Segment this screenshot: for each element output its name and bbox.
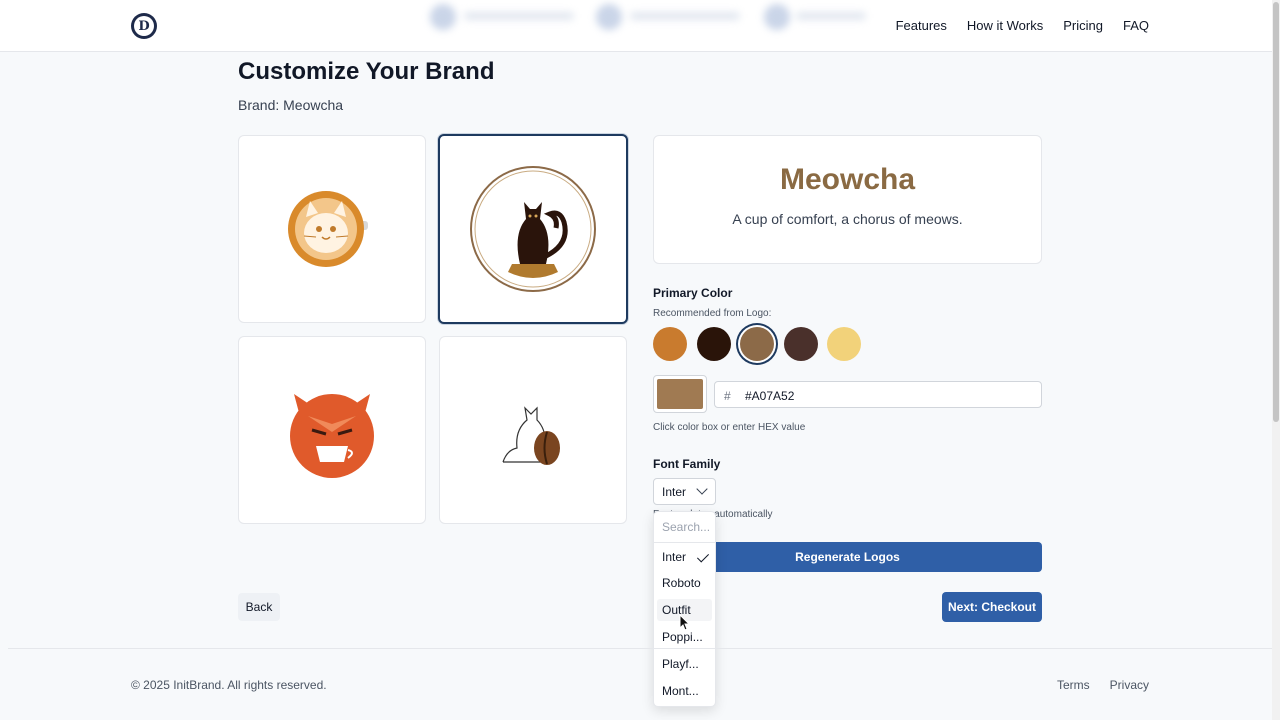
nav-how-it-works[interactable]: How it Works xyxy=(967,18,1043,33)
font-option-roboto[interactable]: Roboto xyxy=(657,572,712,594)
font-option-playfair[interactable]: Playf... xyxy=(657,653,712,675)
color-swatch-5[interactable] xyxy=(827,327,861,361)
chevron-down-icon xyxy=(696,483,708,495)
scrollbar-thumb[interactable] xyxy=(1273,2,1279,422)
color-preview-fill xyxy=(657,379,703,409)
color-swatch-1[interactable] xyxy=(653,327,687,361)
cat-coffee-bean-logo-icon xyxy=(502,406,560,465)
logo-option-3[interactable] xyxy=(238,336,426,524)
nav-features[interactable]: Features xyxy=(896,18,947,33)
page-title: Customize Your Brand xyxy=(238,58,495,85)
check-icon xyxy=(696,550,710,563)
color-swatch-4[interactable] xyxy=(784,327,818,361)
color-swatch-3[interactable] xyxy=(740,327,774,361)
cat-cup-circle-logo-icon xyxy=(470,166,596,292)
footer-link-privacy[interactable]: Privacy xyxy=(1110,678,1149,692)
dropdown-divider xyxy=(654,542,715,543)
color-swatch-2[interactable] xyxy=(697,327,731,361)
logo-option-2[interactable] xyxy=(438,134,628,324)
page-scrollbar[interactable] xyxy=(1272,0,1280,720)
recommended-label: Recommended from Logo: xyxy=(653,308,772,319)
main-nav: Features How it Works Pricing FAQ xyxy=(896,18,1149,33)
font-dropdown-menu: Search... Inter Roboto Outfit Poppi... P… xyxy=(653,511,716,707)
latte-cat-logo-icon xyxy=(288,191,368,267)
footer-links: Terms Privacy xyxy=(1057,678,1149,692)
color-picker-box[interactable] xyxy=(653,375,707,413)
preview-tagline: A cup of comfort, a chorus of meows. xyxy=(732,211,963,227)
footer-copyright: © 2025 InitBrand. All rights reserved. xyxy=(131,678,327,692)
brand-name-line: Brand: Meowcha xyxy=(238,97,344,113)
logo-letter: D xyxy=(134,16,154,36)
hex-input[interactable]: # #A07A52 xyxy=(714,381,1042,408)
logo-option-1[interactable] xyxy=(238,135,426,323)
preview-brand-name: Meowcha xyxy=(779,163,916,196)
top-header: D Features How it Works Pricing FAQ xyxy=(0,0,1280,52)
primary-color-label: Primary Color xyxy=(653,286,733,300)
progress-steps-blurred xyxy=(420,2,880,30)
mouse-cursor-icon xyxy=(679,614,691,631)
hash-prefix: # xyxy=(724,389,731,403)
font-selected-value: Inter xyxy=(662,484,687,499)
footer-divider xyxy=(8,648,1272,649)
font-family-select[interactable]: Inter xyxy=(653,478,716,505)
footer-link-terms[interactable]: Terms xyxy=(1057,678,1090,692)
next-checkout-button[interactable]: Next: Checkout xyxy=(942,592,1042,622)
font-search-input[interactable]: Search... xyxy=(662,520,710,534)
initbrand-logo-icon[interactable]: D xyxy=(131,13,157,39)
font-family-label: Font Family xyxy=(653,457,721,471)
font-option-label: Inter xyxy=(662,550,687,564)
nav-faq[interactable]: FAQ xyxy=(1123,18,1149,33)
orange-fox-cat-logo-icon xyxy=(290,394,374,478)
back-button[interactable]: Back xyxy=(238,593,280,621)
hex-value: #A07A52 xyxy=(745,389,795,403)
font-option-montserrat[interactable]: Mont... xyxy=(657,680,712,702)
color-hint: Click color box or enter HEX value xyxy=(653,422,806,433)
logo-option-4[interactable] xyxy=(439,336,627,524)
nav-pricing[interactable]: Pricing xyxy=(1063,18,1103,33)
font-option-inter[interactable]: Inter xyxy=(657,546,712,568)
brand-preview-card: Meowcha A cup of comfort, a chorus of me… xyxy=(653,135,1042,264)
